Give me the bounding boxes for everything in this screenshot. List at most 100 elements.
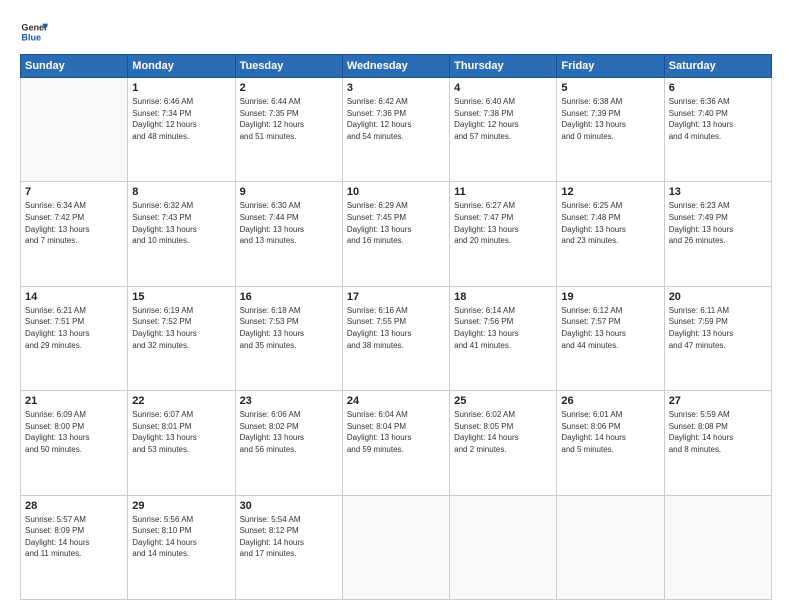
calendar-week-row: 21 Sunrise: 6:09 AM Sunset: 8:00 PM Dayli… <box>21 391 772 495</box>
day-info: Sunrise: 5:54 AM Sunset: 8:12 PM Dayligh… <box>240 514 338 560</box>
calendar-day-cell: 16Sunrise: 6:18 AM Sunset: 7:53 PM Dayli… <box>235 286 342 390</box>
day-info: Sunrise: 6:46 AM Sunset: 7:34 PM Dayligh… <box>132 96 230 142</box>
calendar-week-row: 1 Sunrise: 6:46 AM Sunset: 7:34 PM Daylig… <box>21 78 772 182</box>
calendar-day-cell <box>664 495 771 599</box>
day-number: 23 <box>240 395 338 407</box>
calendar-day-cell: 25Sunrise: 6:02 AM Sunset: 8:05 PM Dayli… <box>450 391 557 495</box>
calendar-day-cell: 21 Sunrise: 6:09 AM Sunset: 8:00 PM Dayli… <box>21 391 128 495</box>
calendar-day-header: Tuesday <box>235 55 342 78</box>
calendar-day-cell: 13 Sunrise: 6:23 AM Sunset: 7:49 PM Dayli… <box>664 182 771 286</box>
day-info: Sunrise: 6:19 AM Sunset: 7:52 PM Dayligh… <box>132 305 230 351</box>
day-number: 3 <box>347 82 445 94</box>
calendar-day-cell: 12Sunrise: 6:25 AM Sunset: 7:48 PM Dayli… <box>557 182 664 286</box>
day-number: 2 <box>240 82 338 94</box>
calendar-day-cell: 20 Sunrise: 6:11 AM Sunset: 7:59 PM Dayli… <box>664 286 771 390</box>
calendar-day-cell: 6 Sunrise: 6:36 AM Sunset: 7:40 PM Daylig… <box>664 78 771 182</box>
day-info: Sunrise: 6:11 AM Sunset: 7:59 PM Dayligh… <box>669 305 767 351</box>
calendar-week-row: 14 Sunrise: 6:21 AM Sunset: 7:51 PM Dayli… <box>21 286 772 390</box>
calendar-day-header: Sunday <box>21 55 128 78</box>
calendar-day-cell: 3 Sunrise: 6:42 AM Sunset: 7:36 PM Daylig… <box>342 78 449 182</box>
calendar-day-cell: 8Sunrise: 6:32 AM Sunset: 7:43 PM Daylig… <box>128 182 235 286</box>
day-number: 9 <box>240 186 338 198</box>
day-number: 27 <box>669 395 767 407</box>
day-number: 6 <box>669 82 767 94</box>
day-info: Sunrise: 6:29 AM Sunset: 7:45 PM Dayligh… <box>347 200 445 246</box>
calendar-day-cell: 14 Sunrise: 6:21 AM Sunset: 7:51 PM Dayli… <box>21 286 128 390</box>
day-number: 19 <box>561 291 659 303</box>
calendar-day-cell: 19 Sunrise: 6:12 AM Sunset: 7:57 PM Dayli… <box>557 286 664 390</box>
calendar-day-header: Monday <box>128 55 235 78</box>
calendar-day-cell: 18 Sunrise: 6:14 AM Sunset: 7:56 PM Dayli… <box>450 286 557 390</box>
calendar-day-cell: 26 Sunrise: 6:01 AM Sunset: 8:06 PM Dayli… <box>557 391 664 495</box>
day-number: 10 <box>347 186 445 198</box>
day-number: 4 <box>454 82 552 94</box>
calendar-day-cell: 7Sunrise: 6:34 AM Sunset: 7:42 PM Daylig… <box>21 182 128 286</box>
day-number: 11 <box>454 186 552 198</box>
day-info: Sunrise: 6:42 AM Sunset: 7:36 PM Dayligh… <box>347 96 445 142</box>
calendar-day-header: Saturday <box>664 55 771 78</box>
day-info: Sunrise: 6:38 AM Sunset: 7:39 PM Dayligh… <box>561 96 659 142</box>
day-info: Sunrise: 6:01 AM Sunset: 8:06 PM Dayligh… <box>561 409 659 455</box>
day-info: Sunrise: 6:21 AM Sunset: 7:51 PM Dayligh… <box>25 305 123 351</box>
day-info: Sunrise: 6:36 AM Sunset: 7:40 PM Dayligh… <box>669 96 767 142</box>
calendar-day-cell: 2 Sunrise: 6:44 AM Sunset: 7:35 PM Daylig… <box>235 78 342 182</box>
calendar-day-cell <box>557 495 664 599</box>
calendar-day-cell <box>21 78 128 182</box>
day-info: Sunrise: 6:23 AM Sunset: 7:49 PM Dayligh… <box>669 200 767 246</box>
calendar-day-header: Friday <box>557 55 664 78</box>
day-info: Sunrise: 6:07 AM Sunset: 8:01 PM Dayligh… <box>132 409 230 455</box>
day-number: 7 <box>25 186 123 198</box>
day-info: Sunrise: 6:12 AM Sunset: 7:57 PM Dayligh… <box>561 305 659 351</box>
day-info: Sunrise: 6:04 AM Sunset: 8:04 PM Dayligh… <box>347 409 445 455</box>
day-number: 29 <box>132 500 230 512</box>
calendar-day-header: Wednesday <box>342 55 449 78</box>
day-number: 5 <box>561 82 659 94</box>
calendar-week-row: 28Sunrise: 5:57 AM Sunset: 8:09 PM Dayli… <box>21 495 772 599</box>
calendar-week-row: 7Sunrise: 6:34 AM Sunset: 7:42 PM Daylig… <box>21 182 772 286</box>
logo: General Blue <box>20 18 52 46</box>
calendar-day-cell: 5 Sunrise: 6:38 AM Sunset: 7:39 PM Daylig… <box>557 78 664 182</box>
day-number: 26 <box>561 395 659 407</box>
day-number: 28 <box>25 500 123 512</box>
calendar-day-cell: 9 Sunrise: 6:30 AM Sunset: 7:44 PM Daylig… <box>235 182 342 286</box>
day-number: 14 <box>25 291 123 303</box>
day-number: 20 <box>669 291 767 303</box>
day-number: 24 <box>347 395 445 407</box>
day-number: 21 <box>25 395 123 407</box>
day-number: 17 <box>347 291 445 303</box>
calendar-day-cell: 10 Sunrise: 6:29 AM Sunset: 7:45 PM Dayli… <box>342 182 449 286</box>
day-info: Sunrise: 5:56 AM Sunset: 8:10 PM Dayligh… <box>132 514 230 560</box>
calendar-day-cell: 4 Sunrise: 6:40 AM Sunset: 7:38 PM Daylig… <box>450 78 557 182</box>
day-number: 22 <box>132 395 230 407</box>
day-info: Sunrise: 6:40 AM Sunset: 7:38 PM Dayligh… <box>454 96 552 142</box>
day-number: 13 <box>669 186 767 198</box>
page-header: General Blue <box>20 18 772 46</box>
day-number: 15 <box>132 291 230 303</box>
calendar-day-header: Thursday <box>450 55 557 78</box>
calendar-day-cell: 1 Sunrise: 6:46 AM Sunset: 7:34 PM Daylig… <box>128 78 235 182</box>
calendar-day-cell: 23 Sunrise: 6:06 AM Sunset: 8:02 PM Dayli… <box>235 391 342 495</box>
calendar-table: SundayMondayTuesdayWednesdayThursdayFrid… <box>20 54 772 600</box>
day-number: 30 <box>240 500 338 512</box>
calendar-day-cell: 28Sunrise: 5:57 AM Sunset: 8:09 PM Dayli… <box>21 495 128 599</box>
day-number: 12 <box>561 186 659 198</box>
day-info: Sunrise: 6:06 AM Sunset: 8:02 PM Dayligh… <box>240 409 338 455</box>
calendar-header-row: SundayMondayTuesdayWednesdayThursdayFrid… <box>21 55 772 78</box>
calendar-day-cell <box>450 495 557 599</box>
calendar-day-cell: 22 Sunrise: 6:07 AM Sunset: 8:01 PM Dayli… <box>128 391 235 495</box>
calendar-day-cell: 15 Sunrise: 6:19 AM Sunset: 7:52 PM Dayli… <box>128 286 235 390</box>
calendar-day-cell: 24 Sunrise: 6:04 AM Sunset: 8:04 PM Dayli… <box>342 391 449 495</box>
day-number: 18 <box>454 291 552 303</box>
day-info: Sunrise: 6:14 AM Sunset: 7:56 PM Dayligh… <box>454 305 552 351</box>
calendar-day-cell: 29 Sunrise: 5:56 AM Sunset: 8:10 PM Dayli… <box>128 495 235 599</box>
day-number: 1 <box>132 82 230 94</box>
day-info: Sunrise: 6:09 AM Sunset: 8:00 PM Dayligh… <box>25 409 123 455</box>
calendar-day-cell: 11Sunrise: 6:27 AM Sunset: 7:47 PM Dayli… <box>450 182 557 286</box>
day-info: Sunrise: 6:44 AM Sunset: 7:35 PM Dayligh… <box>240 96 338 142</box>
logo-icon: General Blue <box>20 18 48 46</box>
day-info: Sunrise: 5:59 AM Sunset: 8:08 PM Dayligh… <box>669 409 767 455</box>
day-info: Sunrise: 6:30 AM Sunset: 7:44 PM Dayligh… <box>240 200 338 246</box>
day-info: Sunrise: 6:16 AM Sunset: 7:55 PM Dayligh… <box>347 305 445 351</box>
day-info: Sunrise: 6:32 AM Sunset: 7:43 PM Dayligh… <box>132 200 230 246</box>
calendar-day-cell <box>342 495 449 599</box>
